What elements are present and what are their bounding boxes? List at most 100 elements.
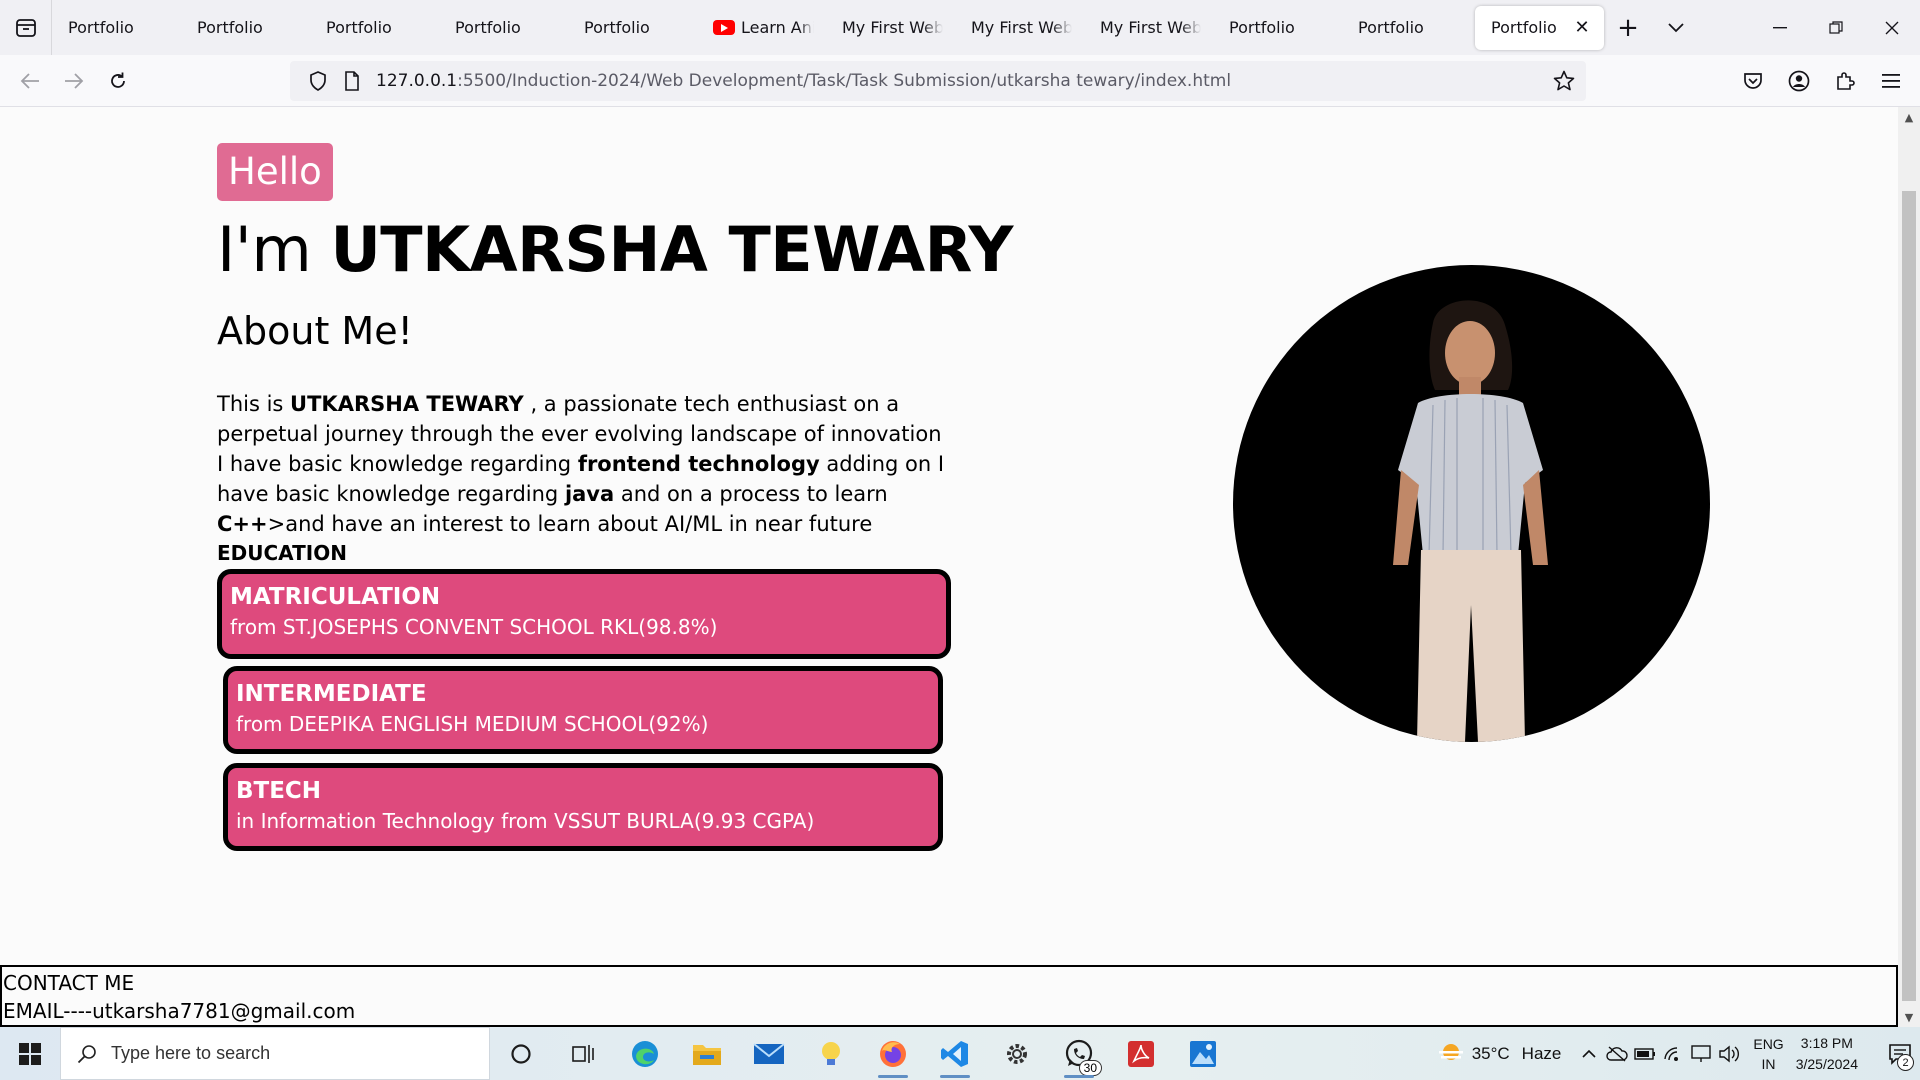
education-title: INTERMEDIATE (236, 681, 427, 707)
tab[interactable]: Portfolio (439, 6, 568, 50)
new-tab-button[interactable]: + (1604, 6, 1652, 50)
account-button[interactable] (1776, 61, 1822, 101)
window-controls (1752, 0, 1920, 55)
reload-button[interactable] (96, 61, 140, 101)
education-desc: from ST.JOSEPHS CONVENT SCHOOL RKL(98.8%… (230, 615, 718, 639)
tab-active[interactable]: Portfolio ✕ (1475, 5, 1604, 50)
education-card-btech: BTECH in Information Technology from VSS… (223, 763, 943, 851)
taskbar-mail[interactable] (738, 1027, 800, 1080)
tab-title: Portfolio (455, 18, 521, 37)
task-view-button[interactable] (552, 1027, 614, 1080)
tab-title: Portfolio (197, 18, 263, 37)
search-placeholder: Type here to search (111, 1043, 271, 1063)
restore-button[interactable] (1808, 0, 1864, 55)
bookmark-button[interactable] (1550, 67, 1578, 95)
display-indicator[interactable] (1687, 1027, 1715, 1080)
page-icon (345, 71, 359, 91)
firefox-icon (880, 1040, 906, 1067)
education-card-matriculation: MATRICULATION from ST.JOSEPHS CONVENT SC… (217, 569, 951, 659)
extensions-button[interactable] (1822, 61, 1868, 101)
tab[interactable]: Learn Anim (697, 6, 826, 50)
tab[interactable]: Portfolio (52, 6, 181, 50)
tracking-protection-icon[interactable] (304, 67, 332, 95)
taskbar-photos[interactable] (1172, 1027, 1234, 1080)
puzzle-icon (1837, 72, 1855, 90)
tab[interactable]: Portfolio (310, 6, 439, 50)
tab[interactable]: My First Websit (826, 6, 955, 50)
taskbar-firefox[interactable] (862, 1027, 924, 1080)
start-button[interactable] (0, 1027, 60, 1080)
tab-title: Portfolio (584, 18, 650, 37)
scrollbar-thumb[interactable] (1902, 191, 1916, 1001)
volume-button[interactable] (1715, 1027, 1743, 1080)
tab-title: Portfolio (1358, 18, 1424, 37)
list-all-tabs-button[interactable] (1652, 6, 1700, 50)
wifi-icon (1664, 1046, 1679, 1061)
firefox-view-icon (15, 18, 36, 37)
taskbar-settings[interactable] (986, 1027, 1048, 1080)
reload-icon (111, 72, 125, 88)
forward-button[interactable] (52, 61, 96, 101)
minimize-button[interactable] (1752, 0, 1808, 55)
onedrive-button[interactable] (1603, 1027, 1631, 1080)
network-indicator[interactable] (1659, 1027, 1687, 1080)
contact-email[interactable]: EMAIL----utkarsha7781@gmail.com (3, 997, 1896, 1025)
tab-title: Portfolio (1229, 18, 1295, 37)
notification-center-button[interactable]: 2 (1880, 1027, 1920, 1080)
url-text[interactable]: 127.0.0.1:5500/Induction-2024/Web Develo… (376, 71, 1231, 91)
page-scrollbar[interactable]: ▲ ▼ (1898, 107, 1920, 1027)
taskbar-acrobat[interactable] (1110, 1027, 1172, 1080)
page-info-icon[interactable] (338, 67, 366, 95)
cortana-icon (511, 1043, 531, 1064)
tab-title: Learn Anim (741, 18, 814, 37)
scroll-down-button[interactable]: ▼ (1898, 1007, 1920, 1027)
lightbulb-icon (822, 1041, 840, 1065)
taskbar-file-explorer[interactable] (676, 1027, 738, 1080)
app-menu-button[interactable] (1868, 61, 1914, 101)
tab-list: Portfolio Portfolio Portfolio Portfolio Port… (52, 0, 1604, 55)
tab[interactable]: Portfolio (181, 6, 310, 50)
battery-icon (1634, 1047, 1656, 1060)
close-tab-icon[interactable]: ✕ (1572, 17, 1592, 38)
taskbar-whatsapp[interactable]: 30 (1048, 1027, 1110, 1080)
hamburger-menu-icon (1882, 74, 1900, 88)
tab[interactable]: My First Websit (1084, 6, 1213, 50)
hello-badge: Hello (217, 143, 333, 201)
firefox-view-button[interactable] (0, 0, 52, 55)
plus-icon: + (1617, 12, 1639, 43)
haze-weather-icon (1438, 1043, 1463, 1060)
tab-title: Portfolio (1491, 18, 1557, 37)
taskbar-tips[interactable] (800, 1027, 862, 1080)
taskbar-search[interactable]: Type here to search (60, 1027, 490, 1080)
triangle-down-icon: ▼ (1904, 1010, 1914, 1024)
input-language[interactable]: ENG IN (1753, 1034, 1783, 1074)
tab[interactable]: My First Websit (955, 6, 1084, 50)
about-frontend-bold: frontend technology (577, 452, 820, 476)
taskbar-clock[interactable]: 3:18 PM 3/25/2024 (1796, 1033, 1858, 1075)
tab-title: My First Websit (842, 18, 943, 37)
tab-title: Portfolio (68, 18, 134, 37)
cortana-button[interactable] (490, 1027, 552, 1080)
back-button[interactable] (8, 61, 52, 101)
contact-footer: CONTACT ME EMAIL----utkarsha7781@gmail.c… (0, 965, 1898, 1027)
arrow-left-icon (20, 72, 39, 89)
close-window-button[interactable] (1864, 0, 1920, 55)
scroll-up-button[interactable]: ▲ (1898, 107, 1920, 127)
battery-indicator[interactable] (1631, 1027, 1659, 1080)
tab[interactable]: Portfolio (1342, 6, 1471, 50)
tab[interactable]: Portfolio (1213, 6, 1342, 50)
taskbar-edge[interactable] (614, 1027, 676, 1080)
tab[interactable]: Portfolio (568, 6, 697, 50)
taskbar-vscode[interactable] (924, 1027, 986, 1080)
search-icon (77, 1044, 96, 1063)
region-code: IN (1761, 1055, 1776, 1072)
weather-widget[interactable]: 35°C Haze (1438, 1042, 1561, 1066)
show-hidden-icons-button[interactable] (1575, 1027, 1603, 1080)
about-text-part: and on a process to learn (614, 482, 888, 506)
pocket-button[interactable] (1730, 61, 1776, 101)
url-bar[interactable]: 127.0.0.1:5500/Induction-2024/Web Develo… (290, 61, 1586, 101)
about-text-part: I have basic knowledge regarding (217, 452, 578, 476)
tab-title: My First Websit (971, 18, 1072, 37)
windows-logo-icon (19, 1042, 41, 1065)
page-viewport: Hello I'm UTKARSHA TEWARY About Me! This… (0, 107, 1898, 1027)
